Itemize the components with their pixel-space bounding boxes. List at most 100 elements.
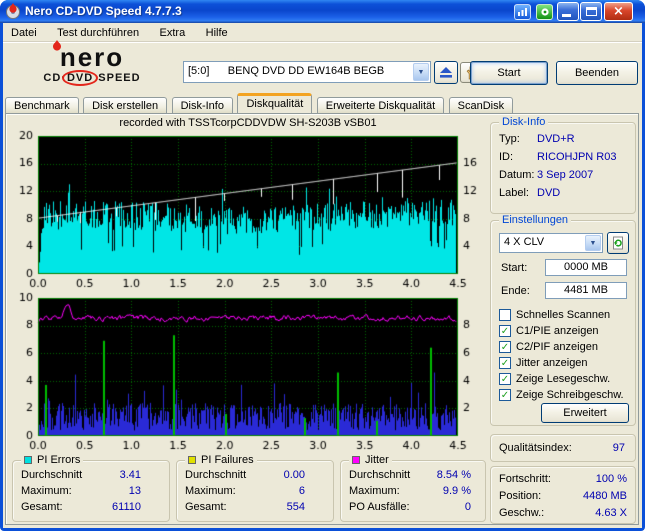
stat-value: 9.9 % <box>442 485 471 497</box>
checkbox-icon[interactable]: ✓ <box>499 372 511 385</box>
quality-index-group: Qualitätsindex: 97 <box>490 434 636 462</box>
drive-select-value: [5:0] BENQ DVD DD EW164B BEGB <box>188 65 385 77</box>
advanced-button[interactable]: Erweitert <box>541 403 629 423</box>
stat-label: Gesamt: <box>185 501 227 513</box>
stat-value: 3.41 <box>119 469 141 481</box>
menu-hilfe[interactable]: Hilfe <box>198 24 236 41</box>
pi-errors-group: PI Errors Durchschnitt 3.41 Maximum: 13 … <box>12 454 170 522</box>
checkbox-row-jitter[interactable]: ✓ Jitter anzeigen <box>499 354 588 369</box>
eject-button[interactable] <box>434 61 458 84</box>
jitter-caption: Jitter <box>349 454 392 466</box>
logo-sub-post: SPEED <box>94 72 141 84</box>
disk-info-label: ID: <box>499 151 514 163</box>
stat-label: Durchschnitt <box>349 469 411 481</box>
tab-disk-erstellen[interactable]: Disk erstellen <box>83 97 168 113</box>
checkbox-icon[interactable]: ✓ <box>499 356 511 369</box>
disk-date-value: 3 Sep 2007 <box>537 169 594 181</box>
start-position-field[interactable]: 0000 MB <box>545 259 627 276</box>
checkbox-label: Schnelles Scannen <box>516 308 611 321</box>
disk-info-label: Label: <box>499 187 529 199</box>
checkbox-icon[interactable] <box>499 308 511 321</box>
pif-jitter-chart-canvas <box>14 292 480 452</box>
nero-wordmark: nero <box>59 42 125 72</box>
stat-label: PO Ausfälle: <box>349 501 410 513</box>
pi-errors-caption-text: PI Errors <box>37 454 81 466</box>
jitter-group: Jitter Durchschnitt 8.54 % Maximum: 9.9 … <box>340 454 486 522</box>
checkbox-row-schreibgeschw[interactable]: ✓ Zeige Schreibgeschw. <box>499 386 624 401</box>
disk-info-caption: Disk-Info <box>499 116 549 128</box>
jitter-legend-icon <box>352 456 360 464</box>
checkbox-icon[interactable]: ✓ <box>499 340 511 353</box>
stat-value: 61110 <box>112 501 141 513</box>
app-icon <box>6 3 20 19</box>
position-value: 4480 MB <box>582 490 627 502</box>
titlebar-icon-blue-chart[interactable] <box>514 4 531 20</box>
menu-extra[interactable]: Extra <box>152 24 194 41</box>
tab-diskqualitaet[interactable]: Diskqualität <box>237 93 313 113</box>
tab-erweiterte-diskqualitaet[interactable]: Erweiterte Diskqualität <box>316 97 445 113</box>
start-label: Start: <box>501 262 528 274</box>
stat-value: 0 <box>464 501 471 513</box>
quality-index-label: Qualitätsindex: <box>499 442 572 454</box>
client-area: Datei Test durchführen Extra Hilfe nero … <box>3 23 642 528</box>
nero-logo: nero CD·DVD SPEED <box>7 40 177 91</box>
checkbox-row-schnelles-scannen[interactable]: Schnelles Scannen <box>499 306 611 321</box>
scan-speed-select[interactable]: 4 X CLV ▼ <box>499 233 603 253</box>
dropdown-arrow-icon[interactable]: ▼ <box>413 63 429 81</box>
end-position-field[interactable]: 4481 MB <box>545 282 627 299</box>
window-title: Nero CD-DVD Speed 4.7.7.3 <box>25 4 182 18</box>
checkbox-row-lesegeschw[interactable]: ✓ Zeige Lesegeschw. <box>499 370 611 385</box>
settings-group: Einstellungen 4 X CLV ▼ Start: 0000 MB E… <box>490 214 636 426</box>
stat-value: 13 <box>128 485 141 497</box>
nero-flame-icon <box>53 40 61 51</box>
tab-benchmark[interactable]: Benchmark <box>5 97 79 113</box>
stat-label: Maximum: <box>349 485 400 497</box>
pif-legend-icon <box>188 456 196 464</box>
menubar: Datei Test durchführen Extra Hilfe <box>3 23 642 42</box>
minimize-button[interactable] <box>557 2 579 21</box>
chart-title: recorded with TSSTcorpCDDVDW SH-S203B vS… <box>119 117 377 129</box>
speed-value: 4.63 X <box>595 507 627 519</box>
pi-failures-caption: PI Failures <box>185 454 257 466</box>
titlebar[interactable]: Nero CD-DVD Speed 4.7.7.3 × <box>0 0 645 23</box>
stat-value: 8.54 % <box>436 469 471 481</box>
checkbox-row-c1-pie[interactable]: ✓ C1/PIE anzeigen <box>499 322 599 337</box>
titlebar-icon-green[interactable] <box>536 4 553 20</box>
minimize-icon <box>562 14 571 17</box>
tab-scandisk[interactable]: ScanDisk <box>448 97 514 113</box>
maximize-button[interactable] <box>580 2 602 21</box>
eject-icon <box>440 67 452 78</box>
tab-disk-info[interactable]: Disk-Info <box>171 97 233 113</box>
disk-info-group: Disk-Info Typ: DVD+R ID: RICOHJPN R03 Da… <box>490 116 636 214</box>
scan-speed-value: 4 X CLV <box>504 236 545 248</box>
settings-caption: Einstellungen <box>499 214 572 226</box>
progress-label: Fortschritt: <box>499 473 551 485</box>
menu-test-durchfuehren[interactable]: Test durchführen <box>49 24 147 41</box>
diskqualitaet-panel: recorded with TSSTcorpCDDVDW SH-S203B vS… <box>5 113 639 525</box>
close-button[interactable]: × <box>604 2 633 21</box>
checkbox-icon[interactable]: ✓ <box>499 324 511 337</box>
disk-info-label: Datum: <box>499 169 535 181</box>
quit-button[interactable]: Beenden <box>556 61 638 85</box>
disk-label-value: DVD <box>537 187 561 199</box>
start-button[interactable]: Start <box>470 61 548 85</box>
refresh-button[interactable] <box>607 232 629 254</box>
menu-datei[interactable]: Datei <box>3 24 45 41</box>
dropdown-arrow-icon[interactable]: ▼ <box>585 235 601 251</box>
checkbox-label: C1/PIE anzeigen <box>516 324 599 337</box>
checkbox-icon[interactable]: ✓ <box>499 388 511 401</box>
pie-legend-icon <box>24 456 32 464</box>
logo-sub-dvd: DVD <box>66 72 94 84</box>
progress-group: Fortschritt: 100 % Position: 4480 MB Ges… <box>490 466 636 524</box>
quality-index-value: 97 <box>612 442 625 454</box>
stat-label: Durchschnitt <box>185 469 247 481</box>
maximize-icon <box>586 7 597 16</box>
checkbox-row-c2-pif[interactable]: ✓ C2/PIF anzeigen <box>499 338 598 353</box>
checkbox-label: Zeige Lesegeschw. <box>516 372 611 385</box>
app-window: Nero CD-DVD Speed 4.7.7.3 × Datei Test d… <box>0 0 645 531</box>
speed-label: Geschw.: <box>499 507 545 519</box>
progress-value: 100 % <box>595 473 627 485</box>
drive-select[interactable]: [5:0] BENQ DVD DD EW164B BEGB ▼ <box>183 61 431 83</box>
refresh-icon <box>613 236 623 250</box>
disk-id-value: RICOHJPN R03 <box>537 151 617 163</box>
